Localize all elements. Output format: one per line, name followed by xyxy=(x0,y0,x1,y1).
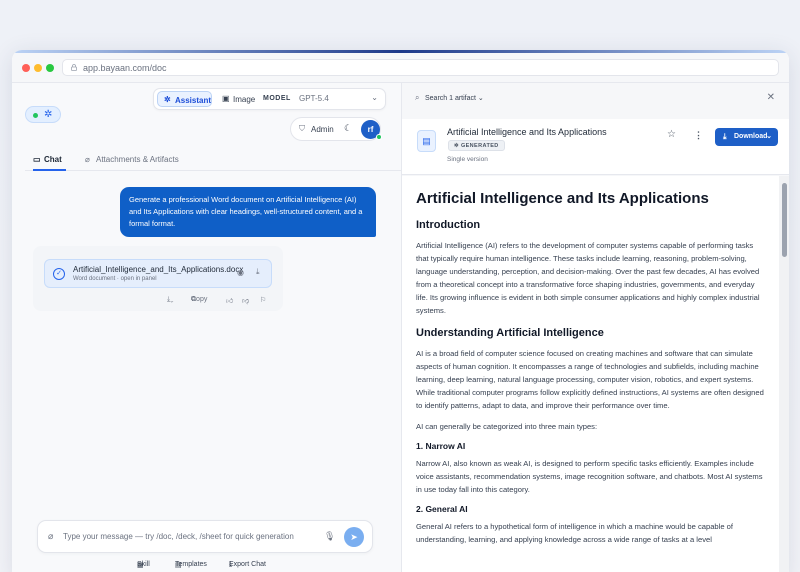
document-header: ▤ Artificial Intelligence and Its Applic… xyxy=(402,119,789,175)
file-subtitle: Word document · open in panel xyxy=(73,276,157,282)
status-badge: ✲ GENERATED xyxy=(448,140,505,151)
online-status-dot xyxy=(376,134,382,140)
download-icon: ⤓ xyxy=(723,132,727,141)
document-icon: ▤ xyxy=(417,130,436,152)
doc-paragraph: General AI refers to a hypothetical form… xyxy=(416,522,734,544)
download-button[interactable]: ⤓ Download ⌄ xyxy=(715,128,778,146)
download-icon[interactable]: ⤓ xyxy=(256,267,260,277)
status-dot-icon xyxy=(33,113,38,118)
star-icon[interactable]: ☆ xyxy=(667,129,676,140)
model-select[interactable]: GPT-5.4 xyxy=(299,94,329,103)
url-text: app.bayaan.com/doc xyxy=(83,63,167,73)
scrollbar-thumb[interactable] xyxy=(782,183,787,257)
shield-icon: ⛉ xyxy=(299,124,305,133)
doc-paragraph: AI is a broad field of computer science … xyxy=(416,349,764,410)
avatar-initials: rf xyxy=(367,125,374,134)
browser-titlebar: app.bayaan.com/doc xyxy=(12,53,789,83)
assistant-mode-button[interactable]: ✲ Assistant xyxy=(157,91,212,107)
image-icon: ▣ xyxy=(222,94,230,103)
chat-bubble-icon: ▭ xyxy=(33,155,41,164)
avatar[interactable]: rf xyxy=(361,120,382,140)
user-message: Generate a professional Word document on… xyxy=(120,187,376,237)
more-options-icon[interactable]: ⋮ xyxy=(694,130,703,141)
check-circle-icon: ✓ xyxy=(53,268,65,280)
doc-heading-general-ai: 2. General AI xyxy=(416,504,468,514)
chat-pane: ✲ ✲ Assistant ▣ Image MODEL GPT-5.4 ⌄ ⛉ … xyxy=(12,83,401,572)
admin-button[interactable]: Admin xyxy=(311,125,334,134)
message-input[interactable]: Type your message — try /doc, /deck, /sh… xyxy=(63,532,294,541)
status-badge-label: GENERATED xyxy=(460,143,499,149)
tab-chat-label: Chat xyxy=(44,155,62,164)
dark-mode-toggle-icon[interactable]: ☾ xyxy=(344,123,352,134)
model-label: MODEL xyxy=(263,95,291,102)
search-icon: ⌕ xyxy=(415,93,420,102)
preview-eye-icon[interactable]: ◉ xyxy=(237,268,244,277)
download-label: Download xyxy=(734,133,768,140)
templates-label: Templates xyxy=(175,561,207,568)
sparkle-icon: ✲ xyxy=(454,143,461,149)
chat-tabs: ▭ Chat ⌀ Attachments & Artifacts xyxy=(25,151,401,171)
file-name: Artificial_Intelligence_and_Its_Applicat… xyxy=(73,265,244,274)
address-bar[interactable]: app.bayaan.com/doc xyxy=(62,59,779,76)
image-mode-button[interactable]: ▣ Image xyxy=(216,91,258,107)
artifact-search-label: Search 1 artifact xyxy=(425,95,476,102)
sparkle-icon: ✲ xyxy=(164,95,171,104)
microphone-icon[interactable]: 🎙︎ xyxy=(324,531,335,542)
doc-paragraph: Artificial Intelligence (AI) refers to t… xyxy=(416,241,760,315)
attach-paperclip-icon[interactable]: ⌀ xyxy=(48,531,53,542)
tab-chat[interactable]: ▭ Chat xyxy=(33,155,66,171)
app-window: app.bayaan.com/doc ✲ ✲ Assistant ▣ Image… xyxy=(12,50,789,572)
copy-label: Copy xyxy=(191,296,208,303)
document-title: Artificial Intelligence and Its Applicat… xyxy=(447,127,607,137)
maximize-window-dot[interactable] xyxy=(46,64,54,72)
app-logo[interactable]: ✲ xyxy=(25,106,61,123)
doc-paragraph: Narrow AI, also known as weak AI, is des… xyxy=(416,459,763,494)
artifact-panel: ⌕ Search 1 artifact ⌄ ✕ ▤ Artificial Int… xyxy=(401,83,789,572)
export-chat-label: Export Chat xyxy=(229,561,266,568)
paperclip-icon: ⌀ xyxy=(85,155,90,164)
doc-paragraph: AI can generally be categorized into thr… xyxy=(416,422,598,431)
image-mode-label: Image xyxy=(233,95,256,104)
document-preview: Artificial Intelligence and Its Applicat… xyxy=(402,176,779,572)
close-window-dot[interactable] xyxy=(22,64,30,72)
artifact-search-dropdown[interactable]: ⌕ Search 1 artifact ⌄ xyxy=(415,93,484,102)
sparkle-icon: ✲ xyxy=(44,109,53,120)
tab-attachments[interactable]: ⌀ Attachments & Artifacts xyxy=(85,155,179,164)
close-icon[interactable]: ✕ xyxy=(767,92,775,103)
chevron-down-icon[interactable]: ⌄ xyxy=(371,93,378,102)
file-attachment-card[interactable]: ✓ Artificial_Intelligence_and_Its_Applic… xyxy=(44,259,272,288)
doc-heading-1: Artificial Intelligence and Its Applicat… xyxy=(416,190,709,207)
assistant-mode-label: Assistant xyxy=(175,96,212,105)
thumbs-up-icon[interactable]: 👍︎ xyxy=(226,296,233,305)
thumbs-down-icon[interactable]: 👎︎ xyxy=(242,296,249,305)
send-button[interactable]: ➤ xyxy=(344,527,364,547)
doc-heading-understanding: Understanding Artificial Intelligence xyxy=(416,327,604,339)
chevron-down-icon: ⌄ xyxy=(766,133,772,140)
user-controls: ⛉ Admin ☾ rf xyxy=(290,117,382,141)
mode-selector: ✲ Assistant ▣ Image MODEL GPT-5.4 ⌄ xyxy=(153,88,386,110)
flag-icon[interactable]: ⚐ xyxy=(260,296,266,304)
doc-heading-introduction: Introduction xyxy=(416,219,481,231)
tab-attachments-label: Attachments & Artifacts xyxy=(96,155,179,164)
assistant-message: ✓ Artificial_Intelligence_and_Its_Applic… xyxy=(33,246,283,311)
lock-icon xyxy=(71,64,77,71)
version-label: Single version xyxy=(447,156,488,163)
skill-label: Skill xyxy=(137,561,150,568)
doc-heading-narrow-ai: 1. Narrow AI xyxy=(416,441,466,451)
message-composer: ⌀ Type your message — try /doc, /deck, /… xyxy=(37,520,373,553)
chevron-down-icon: ⌄ xyxy=(477,95,484,102)
minimize-window-dot[interactable] xyxy=(34,64,42,72)
download-menu-icon[interactable]: ⤓⌄ xyxy=(167,296,173,304)
